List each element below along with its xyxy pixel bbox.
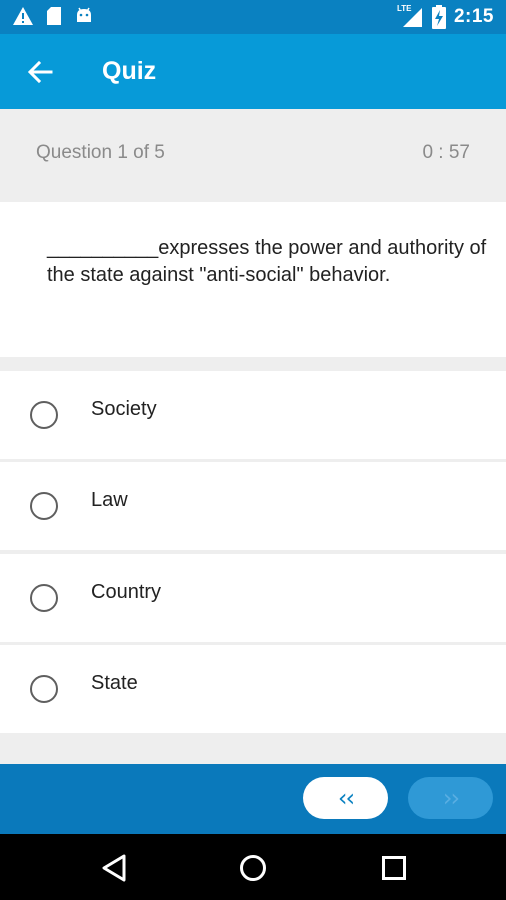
nav-home-button[interactable] — [233, 848, 273, 888]
option-label: Country — [91, 581, 162, 603]
option-state[interactable]: State — [0, 645, 506, 733]
radio-button[interactable] — [30, 675, 58, 703]
android-icon — [77, 7, 91, 22]
square-recents-icon — [382, 856, 406, 880]
triangle-back-icon — [102, 854, 126, 882]
option-label: Law — [91, 489, 128, 511]
warning-icon — [13, 7, 33, 25]
option-law[interactable]: Law — [0, 462, 506, 550]
radio-button[interactable] — [30, 401, 58, 429]
nav-recents-button[interactable] — [374, 848, 414, 888]
system-nav-bar — [0, 834, 506, 900]
status-bar: LTE 2:15 — [0, 0, 506, 34]
signal-icon: LTE — [397, 4, 424, 28]
status-system: LTE 2:15 — [397, 4, 494, 29]
option-country[interactable]: Country — [0, 554, 506, 642]
circle-home-icon — [240, 855, 266, 881]
status-notifications — [12, 6, 94, 26]
question-text: __________expresses the power and author… — [47, 237, 487, 286]
question-header: Question 1 of 5 0 : 57 — [0, 109, 506, 199]
option-society[interactable]: Society — [0, 371, 506, 459]
nav-back-button[interactable] — [94, 848, 134, 888]
battery-charging-icon — [431, 5, 446, 29]
radio-button[interactable] — [30, 584, 58, 612]
option-label: Society — [91, 398, 157, 420]
quiz-navigation-bar: ‹‹ ›› — [0, 764, 506, 834]
back-button[interactable] — [22, 54, 58, 90]
app-bar: Quiz — [0, 34, 506, 109]
arrow-back-icon — [27, 60, 53, 84]
previous-button[interactable]: ‹‹ — [303, 777, 388, 819]
question-card: __________expresses the power and author… — [0, 202, 506, 357]
option-label: State — [91, 672, 138, 694]
question-counter: Question 1 of 5 — [36, 142, 165, 163]
radio-button[interactable] — [30, 492, 58, 520]
status-time: 2:15 — [453, 6, 494, 27]
sd-card-icon — [47, 7, 61, 25]
page-title: Quiz — [102, 57, 157, 85]
double-chevron-right-icon: ›› — [442, 784, 460, 812]
quiz-timer: 0 : 57 — [422, 142, 470, 163]
double-chevron-left-icon: ‹‹ — [337, 784, 355, 812]
next-button[interactable]: ›› — [408, 777, 493, 819]
